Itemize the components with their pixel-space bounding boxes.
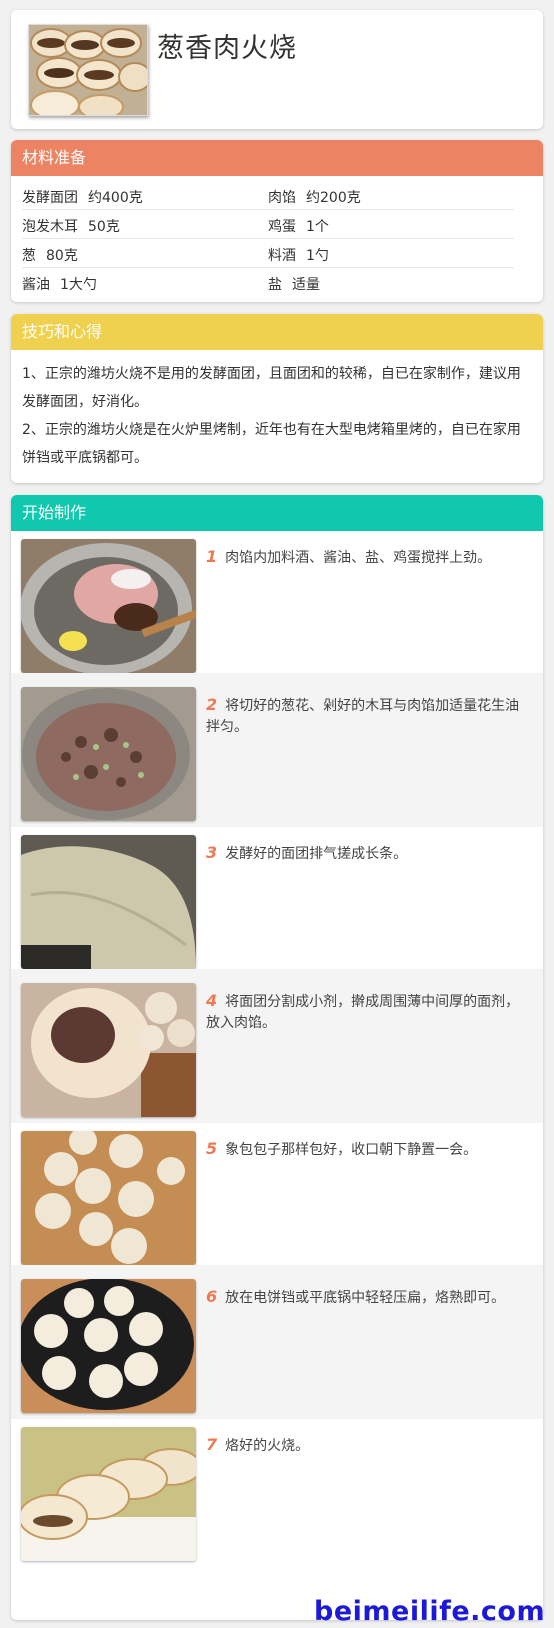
step-text: 4 将面团分割成小剂，擀成周围薄中间厚的面剂，放入肉馅。 — [206, 991, 520, 1031]
filling-bowl-art — [21, 687, 196, 821]
step-number: 5 — [206, 1139, 218, 1158]
steps-card: 开始制作 1 肉馅内加料酒、酱油、盐、鸡蛋搅拌上劲。 2 将切好的葱花、剁好的木… — [11, 495, 543, 1620]
ingredient-item: 鸡蛋 1个 — [268, 219, 329, 235]
step-text: 6 放在电饼铛或平底锅中轻轻压扁，烙熟即可。 — [206, 1287, 506, 1306]
ingredient-row: 酱油 1大勺 盐适量 — [22, 268, 514, 297]
step-row: 6 放在电饼铛或平底锅中轻轻压扁，烙熟即可。 — [11, 1265, 543, 1419]
step-text: 3 发酵好的面团排气搓成长条。 — [206, 843, 408, 862]
step-image[interactable] — [21, 983, 196, 1117]
step-image[interactable] — [21, 1131, 196, 1265]
flatbread-thumbnail-art — [29, 25, 147, 115]
recipe-title: 葱香肉火烧 — [157, 33, 297, 64]
ingredient-item: 葱 80克 — [22, 248, 78, 264]
step-text: 1 肉馅内加料酒、酱油、盐、鸡蛋搅拌上劲。 — [206, 547, 492, 566]
ingredient-row: 发酵面团 约400克 肉馅 约200克 — [22, 181, 514, 210]
ingredient-item: 泡发木耳 50克 — [22, 219, 120, 235]
pan-buns-art — [21, 1279, 196, 1413]
wrapper-filling-art — [21, 983, 196, 1117]
step-row: 3 发酵好的面团排气搓成长条。 — [11, 821, 543, 975]
ingredient-row: 泡发木耳 50克 鸡蛋 1个 — [22, 210, 514, 239]
step-number: 1 — [206, 547, 218, 566]
recipe-thumbnail-image[interactable] — [28, 24, 148, 116]
step-image[interactable] — [21, 687, 196, 821]
dough-balls-art — [21, 1131, 196, 1265]
step-image[interactable] — [21, 1427, 196, 1561]
ingredients-table: 发酵面团 约400克 肉馅 约200克 泡发木耳 50克 鸡蛋 1个 葱 80克 料酒 1勺… — [22, 181, 514, 297]
step-number: 4 — [206, 991, 218, 1010]
step-row: 5 象包包子那样包好，收口朝下静置一会。 — [11, 1117, 543, 1271]
step-number: 6 — [206, 1287, 218, 1306]
ingredients-card: 材料准备 发酵面团 约400克 肉馅 约200克 泡发木耳 50克 鸡蛋 1个 葱 80克… — [11, 140, 543, 302]
step-text: 5 象包包子那样包好，收口朝下静置一会。 — [206, 1139, 478, 1158]
finished-flatbread-art — [21, 1427, 196, 1561]
ingredient-item: 盐适量 — [268, 277, 320, 293]
step-image[interactable] — [21, 835, 196, 969]
step-image[interactable] — [21, 539, 196, 673]
ingredient-item: 酱油 1大勺 — [22, 277, 97, 293]
tip-line: 1、正宗的潍坊火烧不是用的发酵面团，且面团和的较稀，自已在家制作，建议用发酵面团… — [22, 366, 521, 410]
ingredient-item: 料酒 1勺 — [268, 248, 329, 264]
tips-heading: 技巧和心得 — [11, 314, 543, 350]
site-watermark: beimeilife.com — [314, 1596, 546, 1627]
tip-line: 2、正宗的潍坊火烧是在火炉里烤制，近年也有在大型电烤箱里烤的，自已在家用饼铛或平… — [22, 422, 521, 466]
step-number: 7 — [206, 1435, 218, 1454]
ingredient-item: 肉馅 约200克 — [268, 190, 361, 206]
meat-bowl-art — [21, 539, 196, 673]
step-image[interactable] — [21, 1279, 196, 1413]
dough-roll-art — [21, 835, 196, 969]
step-number: 2 — [206, 695, 218, 714]
step-text: 7 烙好的火烧。 — [206, 1435, 310, 1454]
step-row: 7 烙好的火烧。 — [11, 1413, 543, 1567]
ingredients-heading: 材料准备 — [11, 140, 543, 176]
recipe-header-card: 葱香肉火烧 — [11, 10, 543, 129]
tips-body: 1、正宗的潍坊火烧不是用的发酵面团，且面团和的较稀，自已在家制作，建议用发酵面团… — [11, 350, 543, 472]
step-text: 2 将切好的葱花、剁好的木耳与肉馅加适量花生油拌匀。 — [206, 695, 520, 735]
ingredient-item: 发酵面团 约400克 — [22, 190, 143, 206]
tips-card: 技巧和心得 1、正宗的潍坊火烧不是用的发酵面团，且面团和的较稀，自已在家制作，建… — [11, 314, 543, 483]
step-row: 2 将切好的葱花、剁好的木耳与肉馅加适量花生油拌匀。 — [11, 673, 543, 827]
step-row: 1 肉馅内加料酒、酱油、盐、鸡蛋搅拌上劲。 — [11, 525, 543, 679]
step-row: 4 将面团分割成小剂，擀成周围薄中间厚的面剂，放入肉馅。 — [11, 969, 543, 1123]
ingredient-row: 葱 80克 料酒 1勺 — [22, 239, 514, 268]
step-number: 3 — [206, 843, 218, 862]
